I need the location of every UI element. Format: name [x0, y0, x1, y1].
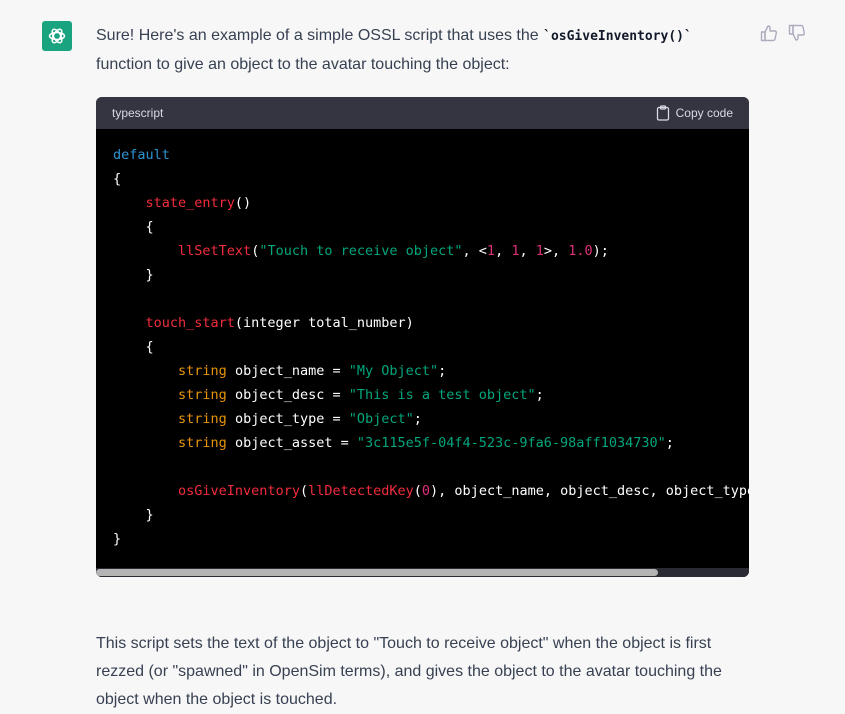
code-line: string object_type = "Object"; [113, 407, 733, 431]
code-token: ; [413, 411, 422, 427]
code-token: 1 [486, 243, 496, 259]
code-token: ( [299, 483, 309, 499]
code-token: string [178, 435, 227, 451]
code-token: touch_start [145, 315, 235, 331]
code-token: ; [665, 435, 674, 451]
code-token: >, [543, 243, 569, 259]
message-intro: Sure! Here's an example of a simple OSSL… [96, 22, 749, 79]
message-outro: This script sets the text of the object … [96, 635, 722, 708]
code-token: ; [535, 387, 544, 403]
code-token: 0 [421, 483, 431, 499]
code-token: llDetectedKey [308, 483, 414, 499]
code-token: 1 [535, 243, 544, 259]
code-token: ), object_name, object_desc, object_type… [430, 483, 749, 499]
feedback-buttons [760, 24, 806, 42]
code-token: { [113, 339, 154, 355]
code-token: string [178, 363, 227, 379]
code-line: llSetText("Touch to receive object", <1,… [113, 239, 733, 263]
copy-code-label: Copy code [675, 106, 733, 120]
copy-code-button[interactable]: Copy code [656, 105, 733, 121]
code-token: ); [592, 243, 609, 259]
code-token: "My Object" [348, 363, 439, 379]
code-token: llSetText [178, 243, 252, 259]
code-line: } [113, 263, 733, 287]
code-line: { [113, 167, 733, 191]
clipboard-icon [656, 105, 669, 121]
horizontal-scrollbar[interactable] [96, 568, 749, 577]
code-line: string object_desc = "This is a test obj… [113, 383, 733, 407]
code-block: typescript Copy code default { state_entr… [96, 97, 749, 577]
inline-code: `osGiveInventory()` [543, 29, 692, 44]
code-token: 1.0 [568, 243, 593, 259]
code-line: { [113, 215, 733, 239]
code-token: state_entry [145, 195, 235, 211]
code-token: (integer total_number) [234, 315, 414, 331]
code-token: () [234, 195, 252, 211]
code-token: object_name = [226, 363, 349, 379]
thumbs-up-icon[interactable] [760, 24, 778, 42]
code-line: ​ [113, 455, 733, 479]
code-header: typescript Copy code [96, 97, 749, 129]
code-line: state_entry() [113, 191, 733, 215]
code-token: , < [462, 243, 487, 259]
code-line: touch_start(integer total_number) [113, 311, 733, 335]
openai-logo-icon [48, 28, 66, 44]
code-token: { [113, 219, 154, 235]
code-token: object_type = [226, 411, 349, 427]
code-token: } [113, 507, 154, 523]
code-language-label: typescript [112, 106, 164, 120]
code-token: object_desc = [226, 387, 349, 403]
code-token: } [113, 531, 122, 547]
code-token: , [519, 243, 536, 259]
code-token: ; [438, 363, 447, 379]
code-token: } [113, 267, 154, 283]
code-token: string [178, 411, 227, 427]
code-token: "3c115e5f-04f4-523c-9fa6-98aff1034730" [356, 435, 666, 451]
scrollbar-thumb[interactable] [96, 569, 658, 576]
code-line: string object_name = "My Object"; [113, 359, 733, 383]
code-line: } [113, 503, 733, 527]
code-line: { [113, 335, 733, 359]
assistant-avatar [42, 21, 72, 51]
code-token: object_asset = [226, 435, 357, 451]
thumbs-down-icon[interactable] [788, 24, 806, 42]
code-token: ( [413, 483, 422, 499]
code-token: default [113, 147, 170, 163]
code-line: } [113, 527, 733, 551]
code-token: string [178, 387, 227, 403]
assistant-message: Sure! Here's an example of a simple OSSL… [96, 22, 749, 79]
code-line: osGiveInventory(llDetectedKey(0), object… [113, 479, 749, 503]
intro-text-before: Sure! Here's an example of a simple OSSL… [96, 27, 544, 44]
code-token: { [113, 171, 122, 187]
code-token: , [495, 243, 512, 259]
code-line: ​ [113, 287, 733, 311]
code-token: "Object" [348, 411, 414, 427]
code-token: "Touch to receive object" [259, 243, 463, 259]
code-line: string object_asset = "3c115e5f-04f4-523… [113, 431, 733, 455]
code-token: osGiveInventory [178, 483, 300, 499]
code-content: default{ state_entry() { llSetText("Touc… [96, 129, 749, 551]
intro-text-after: function to give an object to the avatar… [96, 56, 510, 73]
code-token: "This is a test object" [348, 387, 536, 403]
code-line: default [113, 143, 733, 167]
